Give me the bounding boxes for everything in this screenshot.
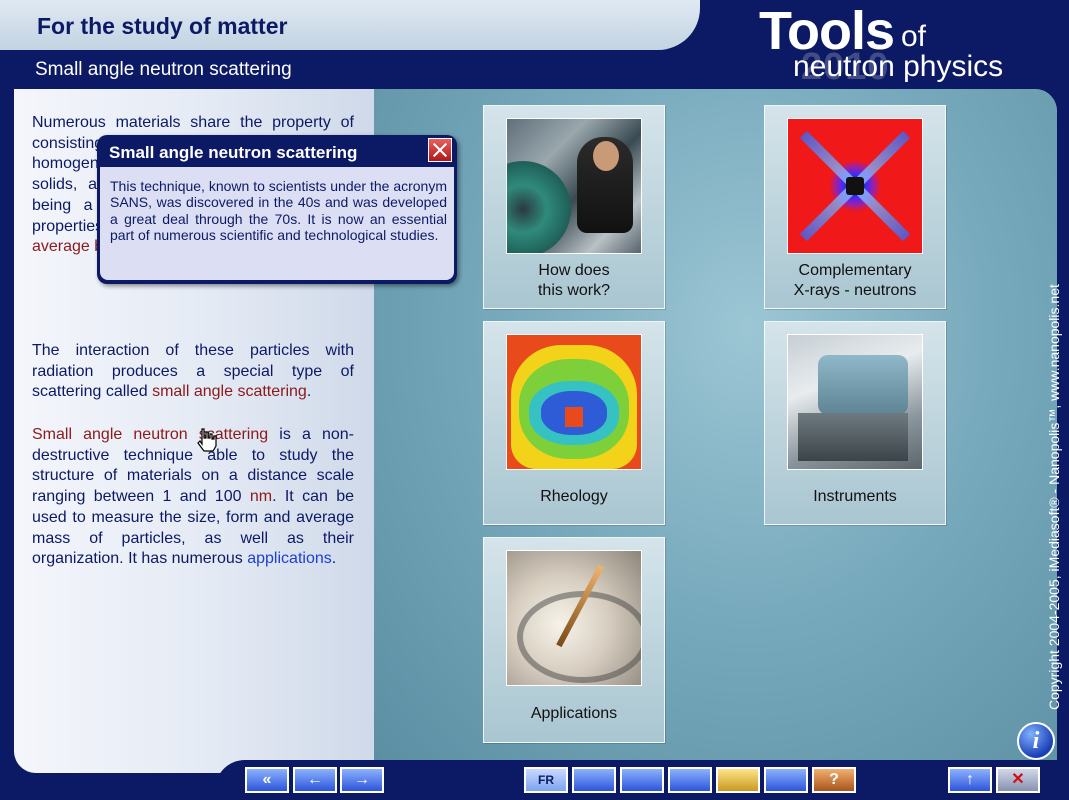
info-button[interactable]: i: [1017, 722, 1055, 760]
french-language-button[interactable]: FR: [524, 767, 568, 793]
popup-text: This technique, known to scientists unde…: [110, 178, 447, 243]
brand-logo: 2010 Tools of neutron physics: [759, 1, 1029, 88]
text-run: .: [306, 383, 312, 401]
instrument-photo-thumbnail: [787, 334, 923, 470]
paragraph-interaction: The interaction of these particles with …: [32, 341, 354, 403]
brand-of: of: [901, 20, 927, 53]
text-run: .: [331, 550, 337, 568]
popup-body: This technique, known to scientists unde…: [100, 167, 454, 280]
tile-applications[interactable]: Applications: [483, 537, 665, 743]
next-page-button[interactable]: →: [340, 767, 384, 793]
popup-title: Small angle neutron scattering: [109, 143, 358, 162]
quit-button[interactable]: ✕: [996, 767, 1040, 793]
search-icon[interactable]: [764, 767, 808, 793]
home-up-button[interactable]: ↑: [948, 767, 992, 793]
tile-instruments[interactable]: Instruments: [764, 321, 946, 525]
previous-page-button[interactable]: ←: [293, 767, 337, 793]
page-subtitle: Small angle neutron scattering: [35, 59, 292, 80]
tile-label: How does this work?: [537, 262, 611, 299]
print-icon[interactable]: [668, 767, 712, 793]
app-window: For the study of matter Small angle neut…: [0, 0, 1069, 800]
first-page-button[interactable]: «: [245, 767, 289, 793]
fullscreen-icon[interactable]: [572, 767, 616, 793]
help-icon[interactable]: ?: [812, 767, 856, 793]
folder-icon[interactable]: [716, 767, 760, 793]
applications-link[interactable]: applications: [247, 550, 332, 567]
definition-popup: Small angle neutron scattering This tech…: [97, 135, 457, 284]
tile-label: Complementary X-rays - neutrons: [793, 262, 917, 299]
glossary-term[interactable]: small angle scattering: [152, 383, 307, 400]
glossary-term[interactable]: Small angle neutron scattering: [32, 426, 268, 443]
hand-cursor-icon: [197, 428, 217, 452]
rheology-heatmap-thumbnail: [506, 334, 642, 470]
tile-how-does-this-work[interactable]: How does this work?: [483, 105, 665, 309]
title-banner: For the study of matter: [0, 0, 700, 50]
tile-label: Rheology: [540, 488, 608, 505]
scattering-pattern-thumbnail: [787, 118, 923, 254]
close-icon[interactable]: [428, 138, 452, 162]
page-title: For the study of matter: [37, 13, 288, 39]
copyright-notice: Copyright 2004-2005, iMediasoft® - Nanop…: [1046, 284, 1062, 710]
applications-photo-thumbnail: [506, 550, 642, 686]
tile-label: Applications: [530, 705, 618, 722]
tiles-pane: [374, 89, 1057, 773]
tile-complementary-xrays-neutrons[interactable]: Complementary X-rays - neutrons: [764, 105, 946, 309]
brand-subtitle: neutron physics: [793, 50, 1004, 83]
tile-label: Instruments: [813, 488, 897, 505]
lab-photo-thumbnail: [506, 118, 642, 254]
window-icon[interactable]: [620, 767, 664, 793]
tile-rheology[interactable]: Rheology: [483, 321, 665, 525]
glossary-term[interactable]: nm: [250, 488, 272, 505]
